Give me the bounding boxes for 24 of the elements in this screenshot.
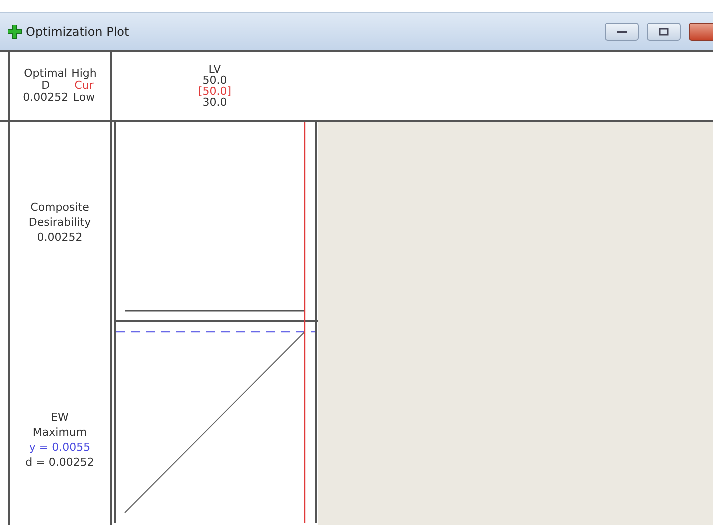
restore-icon (659, 28, 669, 36)
row-label: Cur (74, 80, 94, 92)
response-y: y = 0.0055 (29, 440, 91, 454)
row-label: Low (73, 92, 96, 104)
row-label: High (72, 68, 97, 80)
factor-high: 50.0 (202, 75, 228, 86)
composite-label: Composite (30, 200, 90, 214)
response-name: EW (51, 410, 69, 424)
optimal-label: Optimal (24, 68, 68, 80)
plus-icon (8, 24, 22, 38)
maximize-button[interactable] (647, 22, 681, 40)
response-goal: Maximum (32, 424, 88, 440)
factor-low: 30.0 (202, 97, 228, 108)
composite-label: Desirability (28, 214, 92, 230)
factor-current: [50.0] (198, 86, 232, 97)
d-value: 0.00252 (23, 92, 69, 104)
factor-name: LV (208, 64, 222, 75)
close-button[interactable] (689, 22, 713, 40)
response-d: d = 0.00252 (26, 454, 94, 470)
minimize-icon (616, 30, 628, 34)
composite-label: 0.00252 (37, 230, 83, 244)
window-title: Optimization Plot (26, 24, 130, 38)
minimize-button[interactable] (605, 22, 639, 40)
d-label: D (42, 80, 50, 92)
